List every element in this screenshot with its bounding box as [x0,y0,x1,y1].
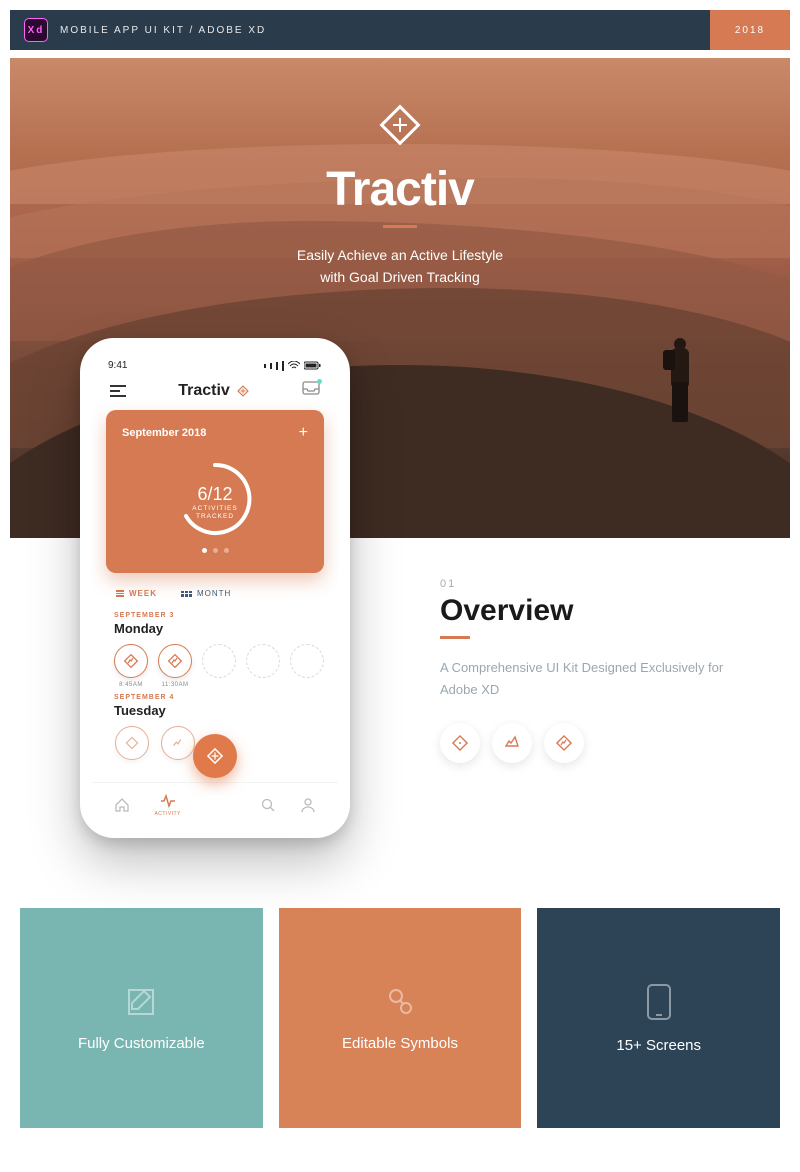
nav-home-icon[interactable] [114,797,130,813]
hike-icon [167,653,183,669]
diamond-plus-logo-icon [373,98,427,152]
page-dots[interactable] [122,548,308,553]
hike-icon [123,653,139,669]
hiker-silhouette-icon [664,338,700,428]
feature-symbols: Editable Symbols [279,908,522,1128]
svg-text:ACTIVITIES: ACTIVITIES [192,505,237,512]
overview-icon-row [440,723,740,763]
activity-bubble[interactable]: 8:45AM [114,644,148,688]
tagline: Easily Achieve an Active Lifestyle with … [10,244,790,289]
overview-title: Overview [440,594,740,628]
feature-tiles: Fully Customizable Editable Symbols 15+ … [0,858,800,1158]
activity-bubble[interactable]: 11:30AM [158,644,192,688]
phone-mockup: 9:41 Tractiv S [80,338,350,838]
add-icon[interactable]: + [299,424,308,442]
range-tabs: WEEK MONTH [92,573,338,606]
symbols-icon [383,985,417,1019]
day-2-header: SEPTEMBER 4 Tuesday [92,694,338,718]
overview-hike-icon [492,723,532,763]
empty-slot[interactable] [246,644,280,688]
overview-section: 01 Overview A Comprehensive UI Kit Desig… [440,578,740,763]
top-header: Xd MOBILE APP UI KIT / ADOBE XD 2018 [10,10,790,50]
header-label: MOBILE APP UI KIT / ADOBE XD [60,25,266,36]
overview-swim-icon [544,723,584,763]
menu-icon[interactable] [110,382,126,400]
day-1-header: SEPTEMBER 3 Monday [92,612,338,636]
svg-text:TRACKED: TRACKED [196,513,234,520]
status-bar: 9:41 [92,350,338,375]
header-left: Xd MOBILE APP UI KIT / ADOBE XD [10,10,710,50]
app-title: Tractiv [178,382,250,400]
edit-square-icon [124,985,158,1019]
feature-screens: 15+ Screens [537,908,780,1128]
xd-badge-icon: Xd [24,18,48,42]
nav-activity-icon[interactable]: ACTIVITY [154,793,181,817]
overview-run-icon [440,723,480,763]
nav-search-icon[interactable] [260,797,276,813]
activity-bubble[interactable] [114,726,150,760]
header-year: 2018 [710,10,790,50]
overview-number: 01 [440,578,740,590]
status-time: 9:41 [108,360,127,371]
feature-customizable: Fully Customizable [20,908,263,1128]
brand-name: Tractiv [10,162,790,217]
hero-content: Tractiv Easily Achieve an Active Lifesty… [10,98,790,289]
phone-outline-icon [646,983,672,1021]
overview-desc: A Comprehensive UI Kit Designed Exclusiv… [440,657,740,701]
app-bar: Tractiv [92,375,338,410]
card-month-label[interactable]: September 2018 [122,427,206,439]
ring-value: 6/12 [197,484,232,504]
inbox-icon[interactable] [302,381,320,400]
bottom-nav: ACTIVITY [92,782,338,826]
activity-bubble[interactable] [160,726,196,760]
diamond-plus-mini-icon [236,384,250,398]
tab-week[interactable]: WEEK [116,589,157,598]
empty-slot[interactable] [202,644,236,688]
empty-slot[interactable] [290,644,324,688]
fab-add-button[interactable] [193,734,237,778]
tab-month[interactable]: MONTH [181,589,231,598]
nav-profile-icon[interactable] [300,797,316,813]
progress-ring: 6/12 ACTIVITIES TRACKED [172,456,258,542]
day-1-activities: 8:45AM 11:30AM [92,636,338,688]
hero-card: September 2018 + 6/12 ACTIVITIES TRACKED [106,410,324,573]
